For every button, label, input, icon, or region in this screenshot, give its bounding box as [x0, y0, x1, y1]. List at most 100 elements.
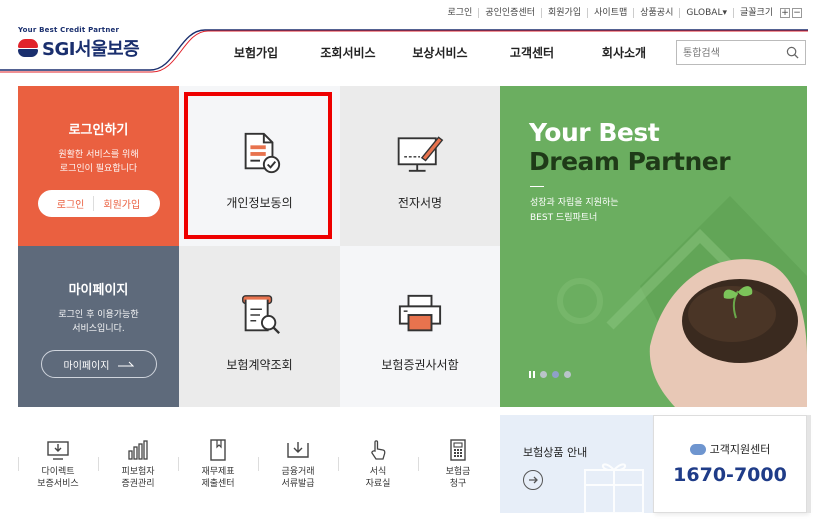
search-box: [676, 40, 806, 65]
site-logo[interactable]: Your Best Credit Partner SGI서울보증: [18, 26, 140, 61]
font-size-controls: + −: [780, 8, 802, 18]
chat-bubble-icon: [689, 443, 706, 455]
login-desc-line2: 로그인이 필요합니다: [59, 164, 138, 174]
mypage-tile: 마이페이지 로그인 후 이용가능한 서비스입니다. 마이페이지: [18, 246, 179, 407]
promo-banner[interactable]: Your Best Dream Partner 성장과 자립을 지원하는 BES…: [500, 86, 807, 407]
arrow-circle-icon[interactable]: [523, 470, 543, 490]
gift-box-illustration: [584, 463, 644, 513]
utility-nav: 로그인 공인인증센터 회원가입 사이트맵 상품공시 GLOBAL▾ 글꼴크기 +…: [441, 8, 808, 18]
quick-label-line2: 청구: [449, 479, 467, 489]
product-guide-title: 보험상품 안내: [523, 446, 588, 459]
slide-dot-1[interactable]: [540, 371, 547, 378]
quick-label-line1: 서식: [369, 467, 387, 477]
nav-claim-service[interactable]: 보상서비스: [394, 44, 486, 61]
privacy-consent-tile[interactable]: 개인정보동의: [179, 86, 340, 246]
quick-insured-policy[interactable]: 피보험자증권관리: [98, 425, 178, 500]
bar-chart-icon: [128, 440, 148, 460]
mypage-desc-line2: 서비스입니다.: [72, 324, 125, 334]
quick-direct-guarantee[interactable]: 다이렉트보증서비스: [18, 425, 98, 500]
util-cert-center-link[interactable]: 공인인증센터: [478, 8, 541, 18]
search-input[interactable]: [677, 43, 777, 64]
mypage-desc-line1: 로그인 후 이용가능한: [58, 310, 139, 320]
download-monitor-icon: [47, 441, 69, 460]
policy-mailbox-label: 보험증권사서함: [381, 358, 459, 372]
login-desc-line1: 원활한 서비스를 위해: [58, 150, 139, 160]
quick-label: 금융거래 서류발급: [258, 466, 338, 490]
document-check-icon: [244, 132, 281, 174]
quick-forms-library[interactable]: 서식자료실: [338, 425, 418, 500]
quick-label: 재무제표제출센터: [178, 466, 258, 490]
join-button[interactable]: 회원가입: [93, 196, 149, 211]
quick-label-line2: 증권관리: [121, 479, 155, 489]
quick-label-line1: 피보험자: [121, 467, 155, 477]
login-tile: 로그인하기 원활한 서비스를 위해 로그인이 필요합니다 로그인 회원가입: [18, 86, 179, 246]
util-sitemap-link[interactable]: 사이트맵: [587, 8, 633, 18]
banner-subtitle: 성장과 자립을 지원하는 BEST 드림파트너: [530, 196, 619, 226]
quick-label-line1: 보험금: [445, 467, 471, 477]
customer-center-title: 고객지원센터: [709, 443, 771, 456]
quick-label-line2: 제출센터: [201, 479, 235, 489]
quick-label-line1: 다이렉트: [41, 467, 75, 477]
contract-lookup-label: 보험계약조회: [226, 358, 293, 372]
util-product-disclosure-link[interactable]: 상품공시: [633, 8, 679, 18]
banner-headline-1: Your Best: [529, 118, 660, 147]
util-join-link[interactable]: 회원가입: [541, 8, 587, 18]
font-decrease-button[interactable]: −: [792, 8, 802, 18]
nav-insurance-join[interactable]: 보험가입: [210, 44, 302, 61]
document-search-icon: [242, 295, 281, 335]
font-size-label: 글꼴크기 + −: [733, 8, 808, 18]
util-global-dropdown[interactable]: GLOBAL▾: [679, 8, 733, 18]
logo-name: SGI서울보증: [42, 39, 140, 60]
banner-pager: [529, 371, 571, 378]
mypage-button[interactable]: 마이페이지: [40, 350, 157, 378]
contract-lookup-tile[interactable]: 보험계약조회: [179, 246, 340, 407]
login-title: 로그인하기: [68, 123, 129, 138]
privacy-consent-label: 개인정보동의: [226, 196, 293, 210]
e-signature-tile[interactable]: 전자서명: [340, 86, 500, 246]
logo-mark-icon: [18, 39, 38, 57]
quick-label: 서식자료실: [338, 466, 418, 490]
customer-center-phone[interactable]: 1670-7000: [654, 464, 806, 486]
e-signature-label: 전자서명: [397, 196, 443, 210]
quick-menu: 다이렉트보증서비스 피보험자증권관리 재무제표제출센터 금융거래서류발급: [18, 425, 500, 500]
banner-sub-line2: BEST 드림파트너: [530, 213, 598, 223]
login-desc: 원활한 서비스를 위해 로그인이 필요합니다: [18, 148, 179, 176]
login-button[interactable]: 로그인: [48, 196, 94, 211]
quick-label: 보험금청구: [418, 466, 498, 490]
product-guide-box[interactable]: 보험상품 안내: [500, 415, 653, 513]
slide-dot-3[interactable]: [564, 371, 571, 378]
quick-financial-statement[interactable]: 재무제표제출센터: [178, 425, 258, 500]
right-edge-stripe: [807, 415, 811, 513]
policy-mailbox-tile[interactable]: 보험증권사서함: [340, 246, 500, 407]
nav-company-intro[interactable]: 회사소개: [578, 44, 670, 61]
quick-label-line2: 자료실: [365, 479, 391, 489]
customer-center-heading: 고객지원센터: [654, 441, 806, 457]
logo-tagline: Your Best Credit Partner: [18, 26, 120, 34]
search-icon[interactable]: [786, 46, 799, 59]
slide-dot-2[interactable]: [552, 371, 559, 378]
quick-label: 다이렉트보증서비스: [18, 466, 98, 490]
tray-download-icon: [287, 442, 309, 458]
font-increase-button[interactable]: +: [780, 8, 790, 18]
quick-financial-document[interactable]: 금융거래 서류발급: [258, 425, 338, 500]
printer-icon: [398, 294, 442, 332]
util-login-link[interactable]: 로그인: [441, 8, 478, 18]
mypage-desc: 로그인 후 이용가능한 서비스입니다.: [18, 308, 179, 336]
quick-claim[interactable]: 보험금청구: [418, 425, 498, 500]
mypage-title: 마이페이지: [68, 283, 129, 298]
monitor-pen-icon: [397, 136, 444, 172]
banner-sub-line1: 성장과 자립을 지원하는: [530, 198, 619, 208]
banner-headline-2: Dream Partner: [529, 147, 731, 176]
calculator-icon: [450, 439, 466, 461]
customer-center-box: 고객지원센터 1670-7000: [653, 415, 807, 513]
quick-label: 피보험자증권관리: [98, 466, 178, 490]
quick-label-line2: 보증서비스: [37, 479, 79, 489]
arrow-right-icon: [117, 361, 134, 367]
quick-label-line2: 서류발급: [281, 479, 315, 489]
nav-customer-center[interactable]: 고객센터: [486, 44, 578, 61]
pause-icon[interactable]: [529, 371, 535, 378]
login-pill: 로그인 회원가입: [37, 190, 160, 217]
document-icon: [210, 439, 226, 461]
quick-label-line1: 재무제표: [201, 467, 235, 477]
nav-lookup-service[interactable]: 조회서비스: [302, 44, 394, 61]
